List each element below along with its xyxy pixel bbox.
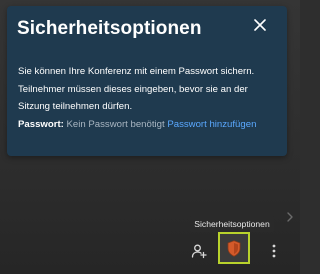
more-vertical-icon — [272, 244, 276, 258]
more-options-button[interactable] — [260, 238, 288, 264]
password-row: Passwort: Kein Passwort benötigt Passwor… — [18, 119, 256, 130]
dialog-description: Sie können Ihre Konferenz mit einem Pass… — [18, 66, 255, 112]
chevron-right-icon[interactable] — [286, 210, 294, 222]
meeting-stage: Sicherheitsoptionen Sie können Ihre Konf… — [0, 0, 300, 274]
add-password-link[interactable]: Passwort hinzufügen — [167, 119, 256, 130]
dialog-title: Sicherheitsoptionen — [17, 18, 202, 39]
password-label: Passwort: — [18, 119, 64, 130]
close-icon — [254, 19, 266, 31]
security-tooltip: Sicherheitsoptionen — [190, 216, 274, 232]
close-button[interactable] — [251, 16, 269, 34]
security-options-button[interactable] — [218, 232, 250, 264]
security-options-dialog: Sicherheitsoptionen Sie können Ihre Konf… — [7, 6, 287, 156]
person-add-icon — [191, 244, 207, 259]
password-status: Kein Passwort benötigt — [66, 119, 165, 130]
shield-icon — [227, 239, 241, 257]
invite-button[interactable] — [185, 238, 213, 264]
